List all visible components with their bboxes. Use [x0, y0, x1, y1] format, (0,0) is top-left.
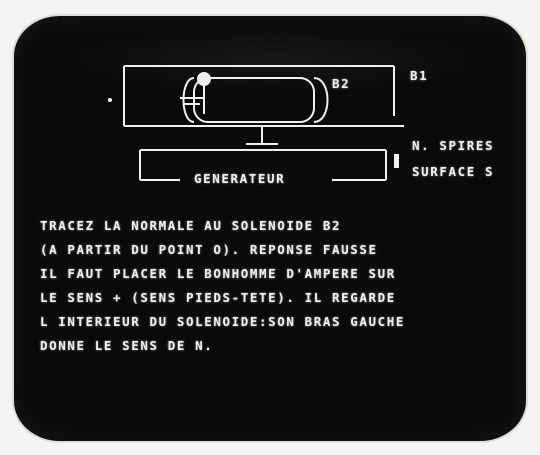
message-line: (A PARTIR DU POINT O). REPONSE FAUSSE: [40, 242, 378, 257]
message-line: LE SENS + (SENS PIEDS-TETE). IL REGARDE: [40, 290, 396, 305]
label-spires: N. SPIRES: [412, 138, 495, 153]
message-line: L INTERIEUR DU SOLENOIDE:SON BRAS GAUCHE: [40, 314, 406, 329]
ampere-man-head: [197, 72, 211, 86]
label-b1: B1: [410, 68, 429, 83]
point-o: [108, 98, 112, 102]
label-b2: B2: [332, 76, 351, 91]
solenoid-body: [193, 77, 315, 123]
coil-end-right: [313, 77, 329, 123]
message-line: TRACEZ LA NORMALE AU SOLENOIDE B2: [40, 218, 342, 233]
label-generateur: GENERATEUR: [194, 171, 286, 186]
crt-screen: B2 B1 GENERATEUR N. SPIRES SURFACE S TRA…: [14, 16, 526, 441]
message-line: DONNE LE SENS DE N.: [40, 338, 214, 353]
cursor-block: [394, 154, 399, 168]
coil-end-left: [182, 77, 195, 123]
label-surface: SURFACE S: [412, 164, 495, 179]
message-line: IL FAUT PLACER LE BONHOMME D'AMPERE SUR: [40, 266, 396, 281]
